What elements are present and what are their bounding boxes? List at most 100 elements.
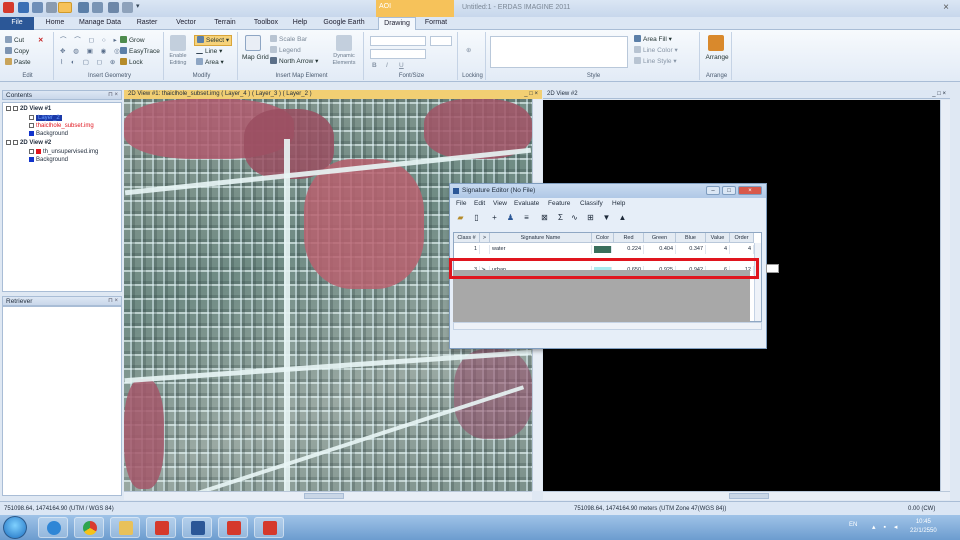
print-icon[interactable] — [32, 2, 43, 13]
italic-button[interactable]: I — [386, 61, 388, 70]
close-button[interactable]: × — [738, 186, 762, 195]
taskbar-ie[interactable] — [38, 517, 68, 538]
tab-format[interactable]: Format — [418, 17, 454, 30]
tree-item-subset[interactable]: thaiclhole_subset.img — [29, 123, 94, 130]
arrange-button[interactable]: Arrange — [702, 53, 732, 62]
view2-hscroll-thumb[interactable] — [729, 493, 769, 499]
signature-table-vscroll[interactable] — [754, 243, 761, 321]
area-fill-button[interactable]: Area Fill ▾ — [634, 35, 672, 44]
geometry-tools-row2[interactable]: ✥ ◍ ▣ ◉ ◎ — [60, 47, 123, 56]
select-tool-icon[interactable] — [58, 2, 72, 13]
underline-button[interactable]: U — [399, 61, 404, 70]
merge-signature-icon[interactable]: ≡ — [522, 213, 531, 222]
north-arrow-button[interactable]: North Arrow ▾ — [270, 57, 318, 66]
tab-drawing[interactable]: Drawing — [378, 17, 416, 30]
signature-table-hscroll[interactable] — [453, 322, 762, 330]
paste-button[interactable]: Paste — [5, 58, 31, 67]
tab-toolbox[interactable]: Toolbox — [246, 17, 286, 30]
contents-pin-close[interactable]: ⊓ × — [108, 91, 118, 100]
font-family-field[interactable] — [370, 36, 426, 46]
tree-item-layer2[interactable]: Layer_2 — [29, 115, 62, 122]
tab-google-earth[interactable]: Google Earth — [318, 17, 370, 30]
delete-signature-icon[interactable]: ⊠ — [540, 213, 549, 222]
tab-help[interactable]: Help — [288, 17, 312, 30]
lock-button[interactable]: Lock — [120, 58, 143, 67]
col-marker[interactable]: > — [480, 233, 490, 243]
col-green[interactable]: Green — [644, 233, 676, 243]
menu-help[interactable]: Help — [612, 200, 625, 207]
tab-raster[interactable]: Raster — [128, 17, 166, 30]
histogram-icon[interactable]: ∿ — [570, 213, 579, 222]
menu-file[interactable]: File — [456, 200, 466, 207]
line-color-button[interactable]: Line Color ▾ — [634, 46, 678, 55]
geometry-tools-row1[interactable]: ⌒ ⌒ ◻ ○ ▸ — [60, 36, 120, 45]
tab-manage-data[interactable]: Manage Data — [74, 17, 126, 30]
quick-access-dropdown-icon[interactable]: ▾ — [136, 2, 142, 13]
delete-icon[interactable]: ✕ — [38, 36, 43, 45]
view2-vertical-scrollbar[interactable] — [940, 100, 950, 491]
select-button[interactable]: Select ▾ — [194, 35, 233, 46]
replace-signature-icon[interactable]: ♟ — [506, 213, 515, 222]
font-size-field[interactable] — [430, 36, 452, 46]
easytrace-button[interactable]: EasyTrace — [120, 47, 160, 56]
tree-item-unsupervised[interactable]: th_unsupervised.img — [29, 149, 98, 156]
app-icon[interactable] — [3, 2, 14, 13]
tab-terrain[interactable]: Terrain — [206, 17, 244, 30]
unsupervised-checkbox[interactable] — [29, 149, 34, 154]
taskbar-word[interactable] — [182, 517, 212, 538]
select-all-icon[interactable]: ▼ — [602, 213, 611, 222]
tab-home[interactable]: Home — [37, 17, 73, 30]
zoom-icon[interactable] — [92, 2, 103, 13]
map-grid-button[interactable]: Map Grid — [242, 53, 269, 62]
taskbar-erdas-1[interactable] — [146, 517, 176, 538]
chart-icon[interactable]: ▲ — [618, 213, 627, 222]
statistics-icon[interactable]: ⊞ — [586, 213, 595, 222]
bold-button[interactable]: B — [372, 61, 377, 70]
sort-signature-icon[interactable]: Σ — [556, 213, 565, 222]
tab-file[interactable]: File — [0, 17, 34, 30]
add-signature-icon[interactable]: + — [490, 213, 499, 222]
col-class[interactable]: Class # — [454, 233, 480, 243]
col-order[interactable]: Order — [730, 233, 754, 243]
view2-horizontal-scrollbar[interactable] — [543, 491, 950, 500]
menu-evaluate[interactable]: Evaluate — [514, 200, 539, 207]
menu-edit[interactable]: Edit — [474, 200, 485, 207]
area-button[interactable]: Area ▾ — [196, 58, 224, 67]
menu-view[interactable]: View — [493, 200, 507, 207]
dynamic-elements-button[interactable]: Dynamic Elements — [326, 53, 362, 67]
row-signature-name[interactable]: water — [490, 245, 592, 254]
view2-window-controls[interactable]: _ □ × — [932, 90, 946, 99]
tray-clock[interactable]: 10:45 22/1/2550 — [910, 518, 937, 536]
view2-header[interactable]: 2D View #2 _ □ × — [543, 90, 950, 99]
view2-checkbox[interactable] — [6, 140, 11, 145]
view1-header[interactable]: 2D View #1: thaiclhole_subset.img ( Laye… — [124, 90, 542, 99]
maximize-button[interactable]: □ — [722, 186, 736, 195]
menu-feature[interactable]: Feature — [548, 200, 570, 207]
view1-window-controls[interactable]: _ □ × — [524, 90, 538, 99]
col-blue[interactable]: Blue — [676, 233, 706, 243]
close-window-button[interactable]: × — [938, 1, 954, 15]
open-icon[interactable] — [46, 2, 57, 13]
tree-item-background2[interactable]: Background — [29, 157, 68, 164]
retriever-pin-close[interactable]: ⊓ × — [108, 297, 118, 306]
undo-icon[interactable] — [122, 2, 133, 13]
menu-classify[interactable]: Classify — [580, 200, 603, 207]
tree-item-background1[interactable]: Background — [29, 131, 68, 138]
inquire-icon[interactable] — [108, 2, 119, 13]
row-color-swatch[interactable] — [594, 246, 612, 253]
view1-checkbox[interactable] — [6, 106, 11, 111]
taskbar-chrome[interactable] — [74, 517, 104, 538]
scale-bar-button[interactable]: Scale Bar — [270, 35, 307, 44]
line-style-button[interactable]: Line Style ▾ — [634, 57, 677, 66]
tab-vector[interactable]: Vector — [168, 17, 204, 30]
minimize-button[interactable]: – — [706, 186, 720, 195]
col-color[interactable]: Color — [592, 233, 614, 243]
legend-button[interactable]: Legend — [270, 46, 301, 55]
pan-icon[interactable] — [78, 2, 89, 13]
col-signature-name[interactable]: Signature Name — [490, 233, 592, 243]
copy-button[interactable]: Copy — [5, 47, 29, 56]
line-button[interactable]: Line ▾ — [196, 47, 222, 56]
start-button[interactable] — [3, 516, 27, 539]
view1-hscroll-thumb[interactable] — [304, 493, 344, 499]
taskbar-erdas-3[interactable] — [254, 517, 284, 538]
